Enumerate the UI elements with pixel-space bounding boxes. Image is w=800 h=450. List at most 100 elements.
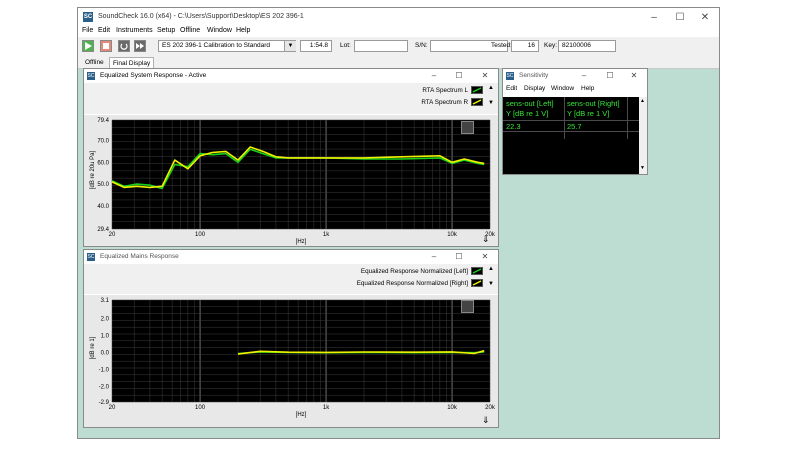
minimize-icon[interactable]: – <box>578 70 590 81</box>
cursor-tool-icon[interactable] <box>461 121 474 134</box>
expand-icon[interactable]: ⇓ <box>482 235 490 244</box>
y-tick-label: 40.0 <box>97 204 109 210</box>
y-tick-label: -1.0 <box>99 368 110 374</box>
close-icon[interactable]: ✕ <box>479 251 491 262</box>
scroll-down-icon[interactable]: ▼ <box>488 281 496 287</box>
equalized-system-response-window: SC Equalized System Response - Active – … <box>83 68 499 247</box>
app-logo-icon: SC <box>87 72 95 80</box>
key-label: Key: <box>544 42 558 49</box>
window-title-bar[interactable]: SC Equalized Mains Response – ☐ ✕ <box>84 250 498 263</box>
menu-display[interactable]: Display <box>524 85 545 92</box>
run-button[interactable] <box>82 40 94 52</box>
y-tick-label: 79.4 <box>97 118 109 124</box>
elapsed-time: 1:54.8 <box>300 40 332 52</box>
maximize-icon[interactable]: ☐ <box>453 70 465 81</box>
scrollbar[interactable]: ▲ ▼ <box>639 97 647 174</box>
menu-file[interactable]: File <box>82 27 93 34</box>
x-tick-label: 10k <box>447 232 458 238</box>
sn-label: S/N: <box>415 42 428 49</box>
x-tick-label: 100 <box>195 405 206 411</box>
chevron-down-icon[interactable]: ▼ <box>284 41 296 51</box>
maximize-icon[interactable]: ☐ <box>604 70 616 81</box>
tab-final-display[interactable]: Final Display <box>109 57 155 68</box>
stop-button[interactable] <box>100 40 112 52</box>
sequence-select[interactable]: ES 202 396-1 Calibration to Standard <box>158 40 296 52</box>
key-field[interactable]: 82100006 <box>558 40 616 52</box>
sequence-select-value: ES 202 396-1 Calibration to Standard <box>162 42 271 49</box>
menu-bar: File Edit Instruments Setup Offline Wind… <box>78 27 719 37</box>
lot-label: Lot: <box>340 42 351 49</box>
window-title: SoundCheck 16.0 (x64) - C:\Users\Support… <box>98 13 304 20</box>
plot-area: [dB re 20u Pa] 79.4 70.0 60.0 50.0 40.0 29.4 2… <box>84 115 498 246</box>
menu-edit[interactable]: Edit <box>98 27 110 34</box>
legend-swatch[interactable] <box>471 86 483 94</box>
maximize-icon[interactable]: ☐ <box>667 8 693 27</box>
minimize-icon[interactable]: – <box>641 8 667 27</box>
column-unit: Y [dB re 1 V] <box>506 109 549 118</box>
title-bar: SC SoundCheck 16.0 (x64) - C:\Users\Supp… <box>78 8 719 27</box>
legend-swatch[interactable] <box>471 98 483 106</box>
row-divider <box>503 120 639 121</box>
minimize-icon[interactable]: – <box>428 70 440 81</box>
mains-response-chart[interactable]: 3.12.01.00.0-1.0-2.0-2.920 100 1k 10k 20k[Hz… <box>84 295 498 427</box>
scroll-up-icon[interactable]: ▲ <box>488 85 496 91</box>
y-tick-label: 3.1 <box>101 298 110 304</box>
skip-icon <box>136 43 144 49</box>
window-title-bar[interactable]: SC Sensitivity – ☐ ✕ <box>503 69 647 82</box>
scroll-up-icon[interactable]: ▲ <box>488 266 496 272</box>
scroll-down-icon[interactable]: ▼ <box>640 165 645 171</box>
lot-input[interactable] <box>354 40 408 52</box>
column-divider <box>627 97 628 139</box>
column-divider <box>564 97 565 139</box>
sensitivity-value-right: 25.7 <box>567 122 582 131</box>
x-axis-title: [Hz] <box>296 412 307 418</box>
menu-edit[interactable]: Edit <box>506 85 517 92</box>
tab-offline[interactable]: Offline <box>82 57 107 68</box>
system-response-chart[interactable]: 79.470.060.050.040.029.420 100 1k 10k 20k[Hz… <box>84 115 498 246</box>
step-icon <box>120 43 128 50</box>
menu-setup[interactable]: Setup <box>157 27 175 34</box>
scroll-down-icon[interactable]: ▼ <box>488 100 496 106</box>
y-tick-label: 0.0 <box>101 351 110 357</box>
y-tick-label: -2.0 <box>99 385 110 391</box>
maximize-icon[interactable]: ☐ <box>453 251 465 262</box>
equalized-mains-response-window: SC Equalized Mains Response – ☐ ✕ Equali… <box>83 249 499 428</box>
menu-offline[interactable]: Offline <box>180 27 200 34</box>
y-tick-label: 60.0 <box>97 160 109 166</box>
legend-swatch[interactable] <box>471 279 483 287</box>
y-tick-label: 1.0 <box>101 334 110 340</box>
window-title-bar[interactable]: SC Equalized System Response - Active – … <box>84 69 498 82</box>
menu-window[interactable]: Window <box>551 85 574 92</box>
scroll-up-icon[interactable]: ▲ <box>640 98 645 104</box>
menu-help[interactable]: Help <box>581 85 594 92</box>
plot-area: [dB re 1] 3.1 2.0 1.0 0.0 -1.0 -2.0 -2.9 20 100 1… <box>84 295 498 427</box>
row-divider <box>503 131 639 132</box>
menu-instruments[interactable]: Instruments <box>116 27 153 34</box>
expand-icon[interactable]: ⇓ <box>482 416 490 425</box>
minimize-icon[interactable]: – <box>428 251 440 262</box>
close-icon[interactable]: ✕ <box>479 70 491 81</box>
x-tick-label: 20k <box>485 405 496 411</box>
run-icon <box>85 42 92 50</box>
step-button[interactable] <box>118 40 130 52</box>
close-icon[interactable]: ✕ <box>692 8 718 27</box>
column-header[interactable]: sens-out [Right] <box>567 99 620 108</box>
x-tick-label: 20 <box>109 232 116 238</box>
cursor-tool-icon[interactable] <box>461 300 474 313</box>
menu-window[interactable]: Window <box>207 27 232 34</box>
tested-label: Tested: <box>491 42 512 49</box>
skip-button[interactable] <box>134 40 146 52</box>
window-title: Sensitivity <box>519 72 549 79</box>
column-unit: Y [dB re 1 V] <box>567 109 610 118</box>
x-tick-label: 1k <box>323 405 330 411</box>
column-header[interactable]: sens-out [Left] <box>506 99 554 108</box>
close-icon[interactable]: ✕ <box>628 70 640 81</box>
sensitivity-window: SC Sensitivity – ☐ ✕ Edit Display Window… <box>502 68 648 175</box>
app-logo-icon: SC <box>506 72 514 80</box>
menu-help[interactable]: Help <box>236 27 250 34</box>
y-tick-label: 2.0 <box>101 317 110 323</box>
stop-icon <box>103 43 109 49</box>
plot-canvas <box>112 300 490 402</box>
x-tick-label: 10k <box>447 405 458 411</box>
legend-swatch[interactable] <box>471 267 483 275</box>
